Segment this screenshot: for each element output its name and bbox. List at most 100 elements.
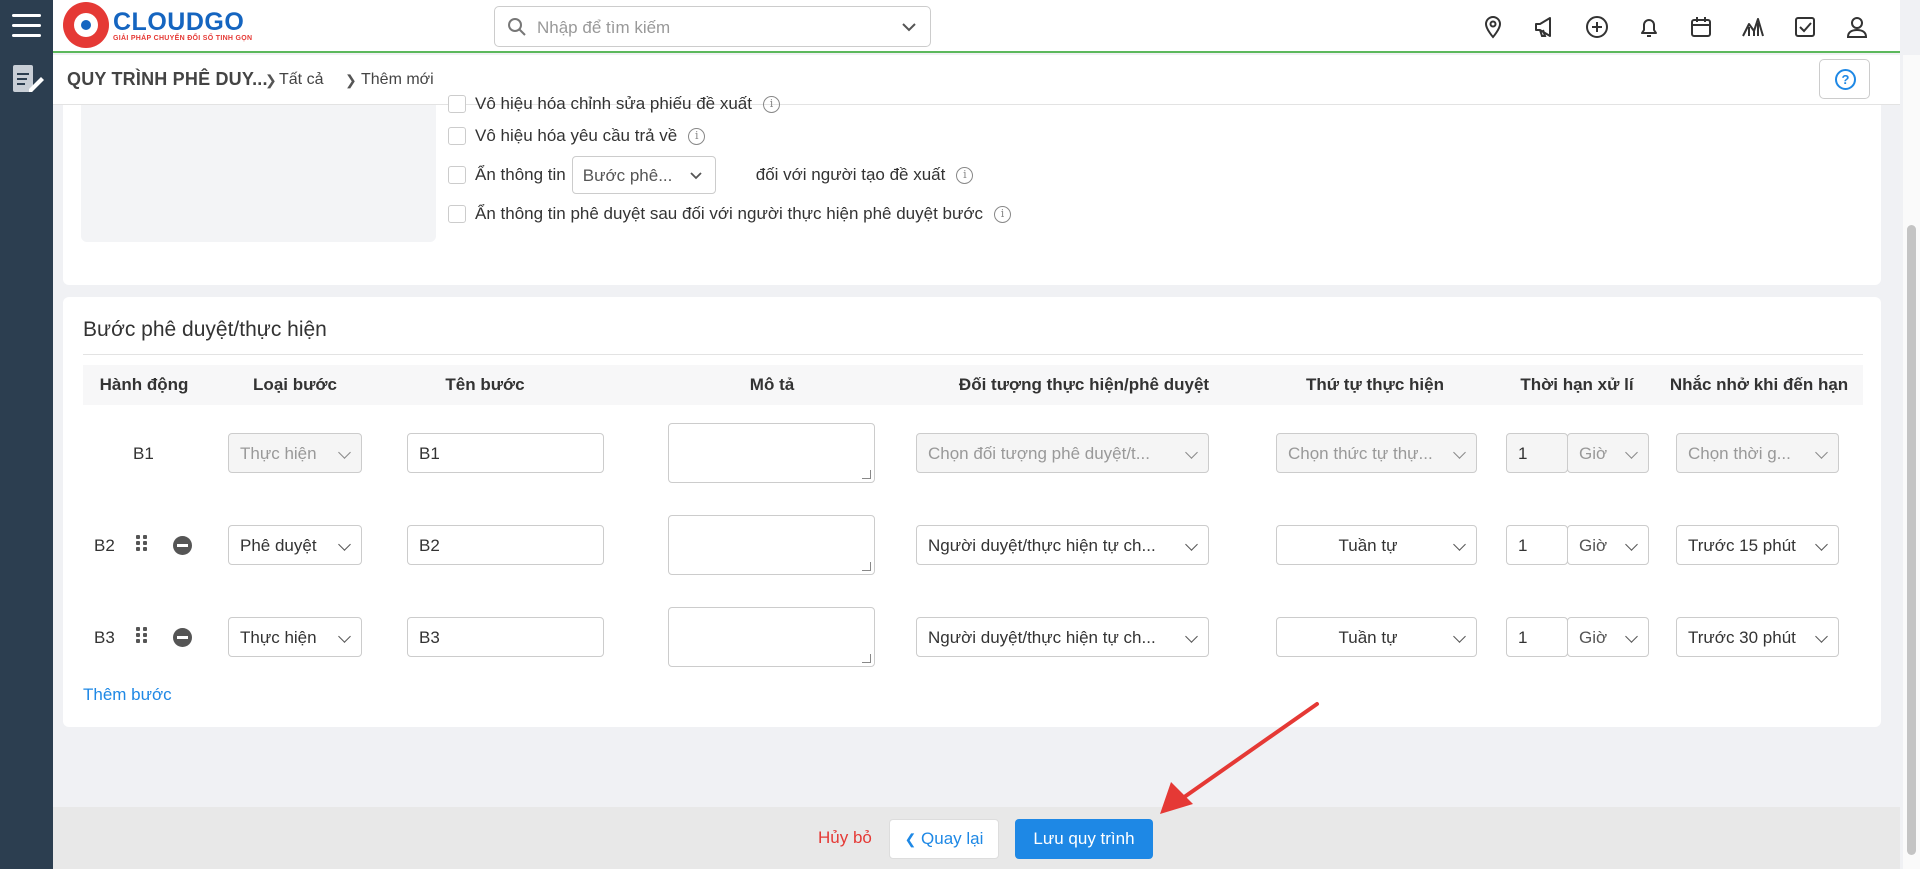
checkbox[interactable]	[448, 205, 466, 223]
back-button[interactable]: ❮ Quay lại	[889, 819, 999, 859]
step-target-select[interactable]: Người duyệt/thực hiện tự ch...	[916, 617, 1209, 657]
step-target-select[interactable]: Người duyệt/thực hiện tự ch...	[916, 525, 1209, 565]
question-icon: ?	[1835, 69, 1856, 90]
step-name-input[interactable]: B1	[407, 433, 604, 473]
header-icons	[1480, 14, 1870, 40]
option-disable-edit[interactable]: Vô hiệu hóa chỉnh sửa phiếu đề xuất i	[448, 93, 780, 115]
option-disable-return[interactable]: Vô hiệu hóa yêu cầu trả về i	[448, 125, 706, 147]
options-card: Vô hiệu hóa chỉnh sửa phiếu đề xuất i Vô…	[63, 94, 1881, 285]
deadline-unit-select[interactable]: Giờ	[1567, 617, 1649, 657]
search-icon	[508, 18, 526, 36]
column-header: Nhắc nhở khi đến hạn	[1669, 375, 1849, 394]
option-hide-after[interactable]: Ẩn thông tin phê duyệt sau đối với người…	[448, 203, 1012, 225]
column-header: Loại bước	[253, 375, 337, 394]
breadcrumb-item-new: Thêm mới	[361, 71, 434, 88]
info-icon[interactable]: i	[762, 95, 780, 113]
table-row: B1 Thực hiện B1 Chọn đối tượng phê duyệt…	[63, 419, 1881, 489]
user-icon[interactable]	[1844, 14, 1870, 40]
footer-actions: Hủy bỏ ❮ Quay lại Lưu quy trình	[53, 807, 1900, 869]
column-header: Tên bước	[445, 375, 525, 394]
input-value: B1	[419, 444, 440, 463]
info-icon[interactable]: i	[994, 205, 1012, 223]
chevron-down-icon	[690, 172, 702, 180]
select-value: Người duyệt/thực hiện tự ch...	[928, 536, 1156, 555]
step-description-textarea[interactable]	[668, 607, 875, 667]
deadline-input[interactable]: 1	[1506, 525, 1568, 565]
table-row: B3 Thực hiện B3 Người duyệt/thực hiện tự…	[63, 603, 1881, 673]
global-search-input[interactable]: Nhập để tìm kiếm	[494, 6, 931, 47]
option-label: Ẩn thông tin phê duyệt sau đối với người…	[475, 204, 984, 223]
select-value: Tuần tự	[1338, 628, 1398, 647]
select-value: Thực hiện	[240, 628, 317, 647]
help-button[interactable]: ?	[1819, 59, 1870, 99]
info-icon[interactable]: i	[688, 127, 706, 145]
table-row: B2 Phê duyệt B2 Người duyệt/thực hiện tự…	[63, 511, 1881, 581]
step-order-select[interactable]: Tuần tự	[1276, 617, 1477, 657]
remove-step-icon[interactable]	[173, 536, 192, 555]
breadcrumb-module-title[interactable]: QUY TRÌNH PHÊ DUY...	[67, 69, 268, 90]
chart-icon[interactable]	[1740, 14, 1766, 40]
column-header: Thời hạn xử lí	[1520, 375, 1634, 394]
drag-handle-icon[interactable]	[136, 627, 149, 643]
breadcrumb-item-all[interactable]: Tất cả	[279, 71, 323, 89]
hamburger-menu-icon[interactable]	[12, 14, 41, 38]
search-placeholder: Nhập để tìm kiếm	[537, 18, 671, 37]
input-value: 1	[1518, 628, 1528, 647]
select-value: Chọn thời g...	[1688, 444, 1791, 463]
deadline-unit-select[interactable]: Giờ	[1567, 525, 1649, 565]
add-step-link[interactable]: Thêm bước	[83, 685, 172, 705]
option-label: Vô hiệu hóa chỉnh sửa phiếu đề xuất	[475, 94, 752, 113]
step-type-select[interactable]: Phê duyệt	[228, 525, 362, 565]
megaphone-icon[interactable]	[1532, 14, 1558, 40]
option-label: Vô hiệu hóa yêu cầu trả về	[475, 126, 678, 145]
step-description-textarea[interactable]	[668, 515, 875, 575]
top-header: CLOUDGO GIẢI PHÁP CHUYỂN ĐỔI SỐ TINH GỌN…	[53, 0, 1900, 53]
brand-name: CLOUDGO	[113, 7, 245, 36]
back-label: Quay lại	[921, 829, 984, 848]
step-order-select[interactable]: Tuần tự	[1276, 525, 1477, 565]
step-description-textarea[interactable]	[668, 423, 875, 483]
checkbox[interactable]	[448, 95, 466, 113]
save-process-button[interactable]: Lưu quy trình	[1015, 819, 1153, 859]
select-value: Chọn đối tượng phê duyệt/t...	[928, 444, 1150, 463]
checkbox-icon[interactable]	[1792, 14, 1818, 40]
edit-document-icon[interactable]	[10, 62, 44, 96]
deadline-unit-select: Giờ	[1567, 433, 1649, 473]
cancel-button[interactable]: Hủy bỏ	[818, 828, 872, 848]
cloudgo-logo[interactable]: CLOUDGO GIẢI PHÁP CHUYỂN ĐỔI SỐ TINH GỌN	[63, 2, 252, 48]
steps-table-header: Hành động Loại bước Tên bước Mô tả Đối t…	[83, 365, 1863, 405]
column-header: Hành động	[99, 375, 189, 394]
deadline-input[interactable]: 1	[1506, 617, 1568, 657]
step-name-input[interactable]: B3	[407, 617, 604, 657]
step-label: B1	[133, 444, 154, 463]
step-name-input[interactable]: B2	[407, 525, 604, 565]
remove-step-icon[interactable]	[173, 628, 192, 647]
checkbox[interactable]	[448, 166, 466, 184]
info-icon[interactable]: i	[956, 166, 974, 184]
vertical-scrollbar[interactable]	[1903, 55, 1920, 869]
reminder-select[interactable]: Trước 30 phút	[1676, 617, 1839, 657]
step-type-select: Thực hiện	[228, 433, 362, 473]
checkbox[interactable]	[448, 127, 466, 145]
reminder-select: Chọn thời g...	[1676, 433, 1839, 473]
chevron-down-icon[interactable]	[900, 18, 918, 36]
step-label: B2	[94, 536, 115, 555]
select-value: Chọn thức tự thự...	[1288, 444, 1433, 463]
scrollbar-thumb[interactable]	[1907, 225, 1916, 855]
calendar-icon[interactable]	[1688, 14, 1714, 40]
step-type-select[interactable]: Thực hiện	[228, 617, 362, 657]
plus-circle-icon[interactable]	[1584, 14, 1610, 40]
hide-info-step-select[interactable]: Bước phê...	[571, 156, 716, 194]
input-value: B3	[419, 628, 440, 647]
drag-handle-icon[interactable]	[136, 535, 149, 551]
option-hide-info[interactable]: Ẩn thông tin Bước phê... đối với người t…	[448, 156, 974, 194]
divider	[83, 354, 1863, 355]
deadline-input: 1	[1506, 433, 1568, 473]
bell-icon[interactable]	[1636, 14, 1662, 40]
chevron-left-icon: ❮	[904, 831, 917, 847]
select-value: Giờ	[1579, 628, 1608, 647]
step-target-select: Chọn đối tượng phê duyệt/t...	[916, 433, 1209, 473]
chevron-right-icon: ❯	[345, 72, 357, 88]
reminder-select[interactable]: Trước 15 phút	[1676, 525, 1839, 565]
location-icon[interactable]	[1480, 14, 1506, 40]
